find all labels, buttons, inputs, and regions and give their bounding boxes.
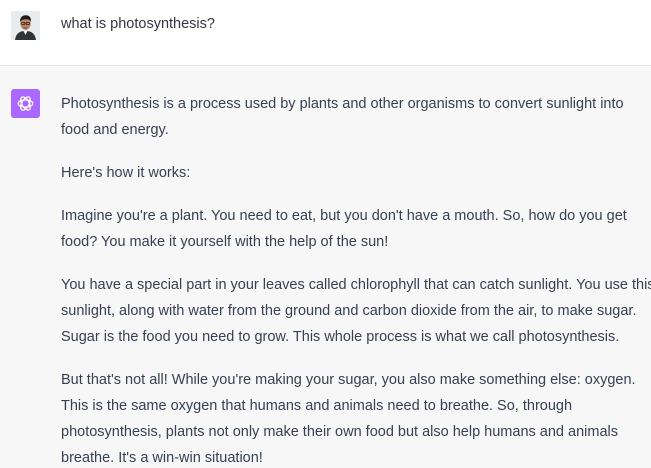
response-paragraph: You have a special part in your leaves c… [61,272,651,350]
response-paragraph: But that's not all! While you're making … [61,367,651,468]
user-avatar-photo-icon [11,11,40,40]
response-line: Here's how it works: [61,165,191,181]
response-line: food? You make it yourself with the help… [61,234,389,250]
response-line: But that's not all! While you're making … [61,372,636,388]
assistant-message-row: Photosynthesis is a process used by plan… [0,67,651,468]
response-line: photosynthesis, plants not only make the… [61,424,618,440]
user-message-text: what is photosynthesis? [61,16,215,32]
response-line: Sugar is the food you need to grow. This… [61,329,620,345]
assistant-avatar [11,89,40,118]
response-line: This is the same oxygen that humans and … [61,398,573,414]
response-paragraph: Here's how it works: [61,160,651,186]
response-paragraph: Photosynthesis is a process used by plan… [61,91,651,143]
response-line: breathe. It's a win-win situation! [61,450,263,466]
response-line: Photosynthesis is a process used by plan… [61,96,624,112]
response-line: Imagine you're a plant. You need to eat,… [61,208,627,224]
assistant-message-text: Photosynthesis is a process used by plan… [61,91,651,468]
chat-thread: what is photosynthesis? Photosynthesis i… [0,0,651,468]
openai-logo-icon [17,96,34,111]
response-line: sunlight, along with water from the grou… [61,303,637,319]
response-line: food and energy. [61,122,169,138]
response-paragraph: Imagine you're a plant. You need to eat,… [61,203,651,255]
response-line: You have a special part in your leaves c… [61,277,651,293]
user-message-row: what is photosynthesis? [0,0,651,66]
user-avatar [11,11,40,40]
